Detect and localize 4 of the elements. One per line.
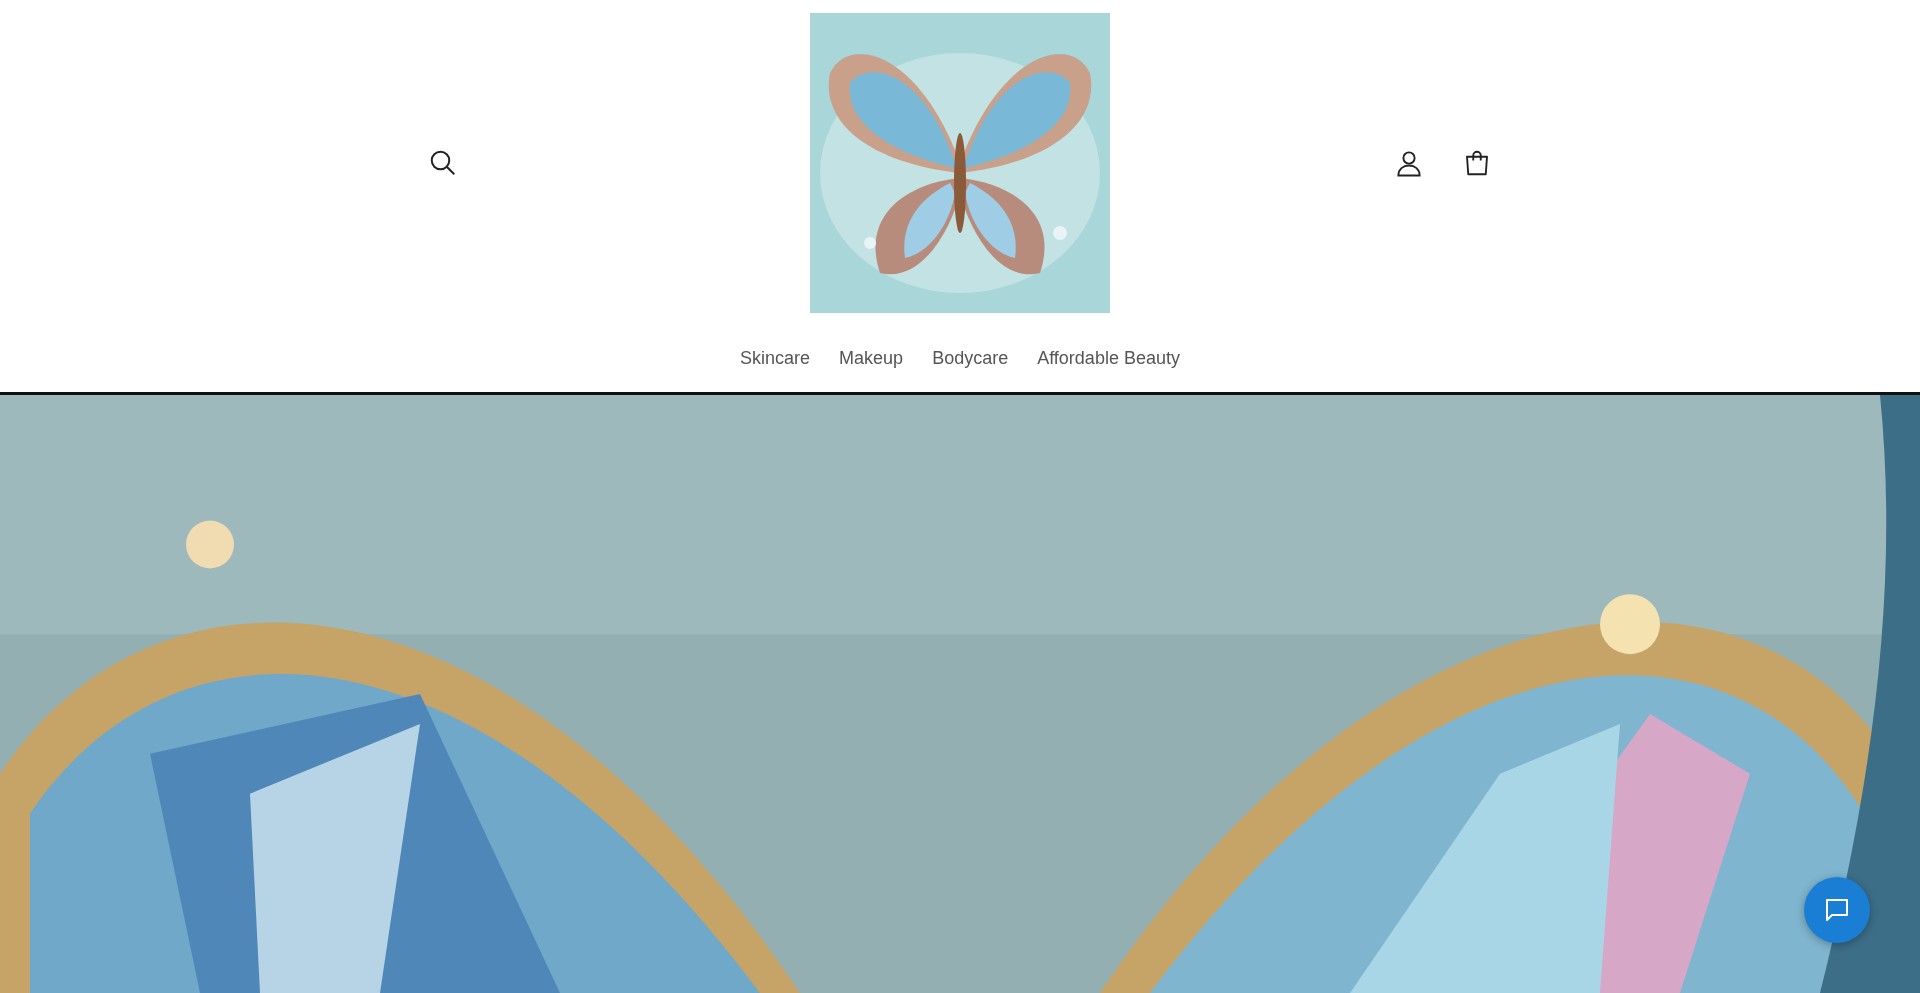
nav-link[interactable]: Skincare	[740, 348, 811, 369]
nav-link[interactable]: Makeup	[839, 348, 904, 369]
nav-link[interactable]: Affordable Beauty	[1037, 348, 1180, 369]
nav-link[interactable]: Bodycare	[932, 348, 1009, 369]
